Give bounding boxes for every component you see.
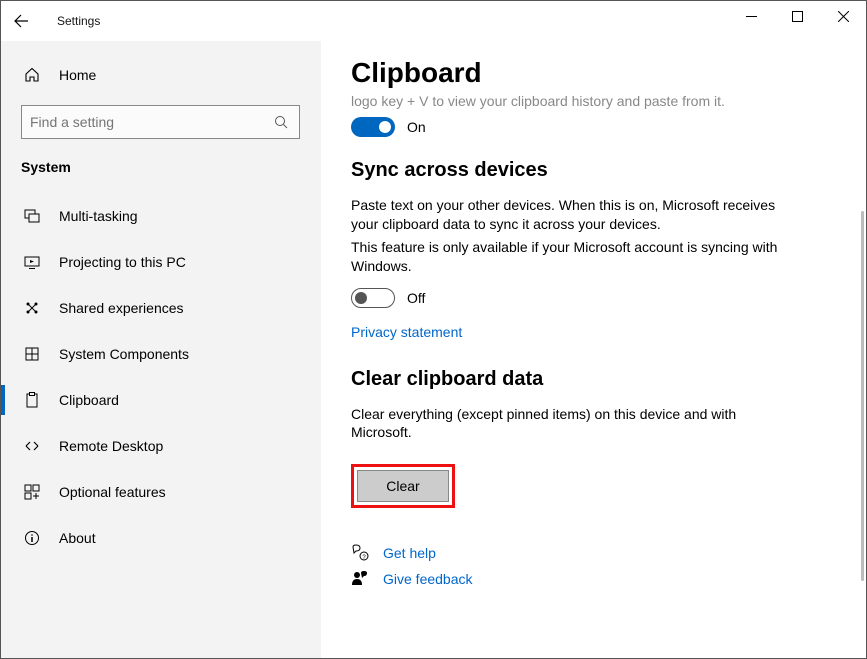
nav-item-clipboard[interactable]: Clipboard xyxy=(1,377,320,423)
feedback-row: Give feedback xyxy=(351,570,836,588)
remote-desktop-icon xyxy=(21,438,43,454)
nav-label: Remote Desktop xyxy=(59,438,163,454)
clear-button[interactable]: Clear xyxy=(357,470,449,502)
sync-description-2: This feature is only available if your M… xyxy=(351,238,781,276)
scrollbar[interactable] xyxy=(861,211,864,581)
nav-label: About xyxy=(59,530,96,546)
about-icon xyxy=(21,530,43,546)
get-help-icon: ? xyxy=(351,544,379,562)
nav-item-projecting[interactable]: Projecting to this PC xyxy=(1,239,320,285)
projecting-icon xyxy=(21,254,43,270)
clear-heading: Clear clipboard data xyxy=(351,368,836,391)
maximize-icon xyxy=(792,11,803,22)
clipboard-history-description: logo key + V to view your clipboard hist… xyxy=(351,93,836,109)
app-title: Settings xyxy=(57,14,100,28)
nav-label: Shared experiences xyxy=(59,300,184,316)
home-icon xyxy=(21,67,43,83)
nav-label: Optional features xyxy=(59,484,166,500)
nav-label: System Components xyxy=(59,346,189,362)
clear-button-highlight: Clear xyxy=(351,464,455,508)
home-nav[interactable]: Home xyxy=(1,57,320,93)
search-box[interactable] xyxy=(21,105,300,139)
get-help-link[interactable]: Get help xyxy=(383,545,436,561)
nav-item-about[interactable]: About xyxy=(1,515,320,561)
close-icon xyxy=(838,11,849,22)
nav-label: Multi-tasking xyxy=(59,208,138,224)
nav-label: Clipboard xyxy=(59,392,119,408)
page-title: Clipboard xyxy=(351,57,836,89)
category-header: System xyxy=(1,159,320,175)
shared-icon xyxy=(21,300,43,316)
maximize-button[interactable] xyxy=(774,1,820,31)
nav-item-optional-features[interactable]: Optional features xyxy=(1,469,320,515)
clipboard-history-state: On xyxy=(407,119,426,135)
feedback-link[interactable]: Give feedback xyxy=(383,571,473,587)
components-icon xyxy=(21,346,43,362)
nav-label: Projecting to this PC xyxy=(59,254,186,270)
minimize-button[interactable] xyxy=(728,1,774,31)
optional-features-icon xyxy=(21,484,43,500)
sync-state: Off xyxy=(407,290,425,306)
clear-description: Clear everything (except pinned items) o… xyxy=(351,405,781,443)
nav-item-remote-desktop[interactable]: Remote Desktop xyxy=(1,423,320,469)
minimize-icon xyxy=(746,11,757,22)
back-arrow-icon xyxy=(13,13,29,29)
clipboard-history-toggle[interactable] xyxy=(351,117,395,137)
feedback-icon xyxy=(351,570,379,588)
back-button[interactable] xyxy=(1,1,41,41)
nav-item-shared-experiences[interactable]: Shared experiences xyxy=(1,285,320,331)
search-icon xyxy=(271,115,291,129)
sync-heading: Sync across devices xyxy=(351,159,836,182)
sync-toggle-row: Off xyxy=(351,288,836,308)
main-pane: Clipboard logo key + V to view your clip… xyxy=(321,41,866,658)
search-input[interactable] xyxy=(30,114,271,130)
get-help-row: ? Get help xyxy=(351,544,836,562)
privacy-statement-link[interactable]: Privacy statement xyxy=(351,324,462,340)
multitasking-icon xyxy=(21,208,43,224)
clipboard-history-toggle-row: On xyxy=(351,117,836,137)
sidebar: Home System Multi-tasking Projecting to … xyxy=(1,41,321,658)
close-button[interactable] xyxy=(820,1,866,31)
window-controls xyxy=(728,1,866,31)
nav-list: Multi-tasking Projecting to this PC Shar… xyxy=(1,193,320,561)
sync-description-1: Paste text on your other devices. When t… xyxy=(351,196,781,234)
clipboard-icon xyxy=(21,392,43,408)
sync-toggle[interactable] xyxy=(351,288,395,308)
nav-item-multitasking[interactable]: Multi-tasking xyxy=(1,193,320,239)
nav-item-system-components[interactable]: System Components xyxy=(1,331,320,377)
titlebar: Settings xyxy=(1,1,866,41)
home-label: Home xyxy=(59,67,96,83)
